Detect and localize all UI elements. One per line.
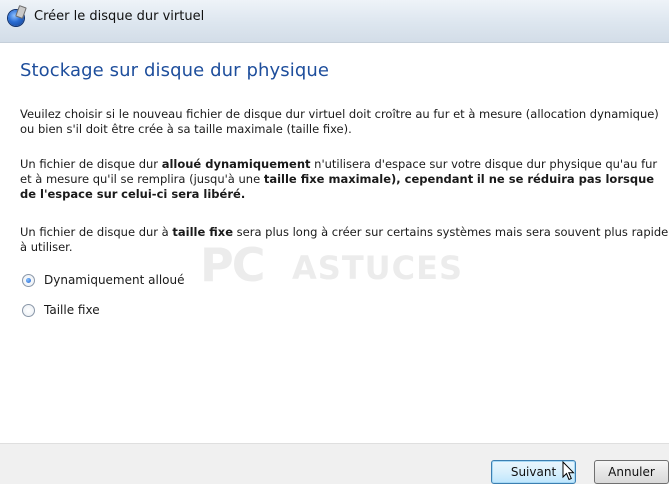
mouse-pointer-icon [562, 461, 575, 481]
radio-label-dynamic: Dynamiquement alloué [44, 273, 185, 287]
intro-paragraph: Veuilez choisir si le nouveau fichier de… [20, 107, 659, 136]
cancel-button[interactable]: Annuler [594, 460, 669, 484]
radio-button-unchecked[interactable] [22, 303, 35, 317]
page-title: Stockage sur disque dur physique [20, 60, 330, 81]
window-titlebar[interactable]: Créer le disque dur virtuel [0, 0, 669, 43]
radio-option-dynamic[interactable]: Dynamiquement alloué [22, 271, 184, 289]
dynamic-allocation-paragraph: Un fichier de disque dur alloué dynamiqu… [20, 157, 658, 201]
radio-button-checked[interactable] [22, 273, 35, 287]
fixed-size-paragraph: Un fichier de disque dur à taille fixe s… [20, 225, 669, 254]
radio-label-fixed: Taille fixe [44, 303, 100, 317]
virtualbox-disk-icon [8, 10, 24, 26]
window-title: Créer le disque dur virtuel [34, 9, 205, 24]
radio-option-fixed[interactable]: Taille fixe [22, 301, 100, 319]
